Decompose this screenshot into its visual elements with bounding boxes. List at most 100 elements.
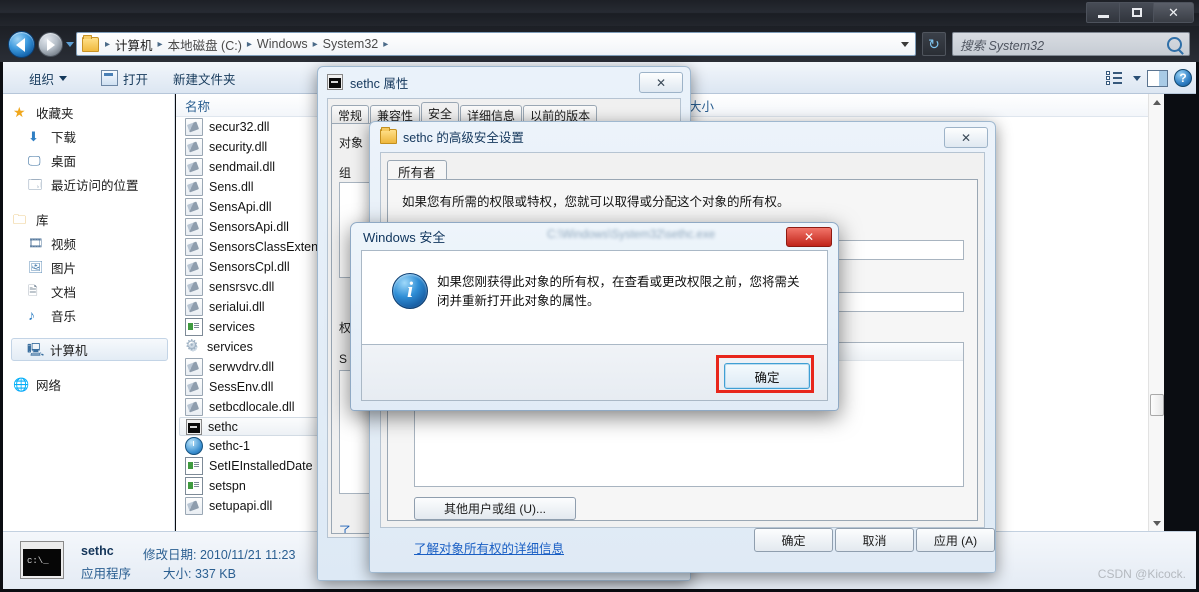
breadcrumb-separator: ▸ <box>105 38 111 50</box>
navpane-item-computer[interactable]: 🖳 计算机 <box>11 338 168 361</box>
security-ok-button[interactable]: 确定 <box>724 363 810 389</box>
navpane-group-libraries[interactable]: 🗀 库 <box>3 207 174 231</box>
document-icon: 🗎 <box>28 283 38 298</box>
navpane-label: 网络 <box>36 378 62 393</box>
advanced-dialog-titlebar: sethc 的高级安全设置 <box>370 122 995 150</box>
navpane-label: 最近访问的位置 <box>51 178 139 193</box>
file-name: SensorsApi.dll <box>209 220 289 234</box>
details-file-type: 应用程序 <box>81 567 132 581</box>
address-dropdown-icon[interactable] <box>901 42 909 47</box>
refresh-button[interactable]: ↻ <box>922 32 946 56</box>
file-name: security.dll <box>209 140 268 154</box>
navpane-item-desktop[interactable]: 🖵 桌面 <box>3 148 174 172</box>
table-row[interactable]: SetIEInstalledDate <box>176 456 331 476</box>
security-dialog-content: 如果您刚获得此对象的所有权，在查看或更改权限之前，您将需关闭并重新打开此对象的属… <box>361 250 828 345</box>
organize-button[interactable]: 组织 <box>21 62 75 94</box>
back-button[interactable] <box>8 31 35 58</box>
open-button[interactable]: 打开 <box>93 62 156 94</box>
dll-icon <box>185 497 203 515</box>
properties-close-button[interactable]: ✕ <box>639 72 683 93</box>
navigation-bar: ▸ 计算机 ▸ 本地磁盘 (C:) ▸ Windows ▸ System32 ▸… <box>0 26 1199 62</box>
navpane-item-network[interactable]: 🌐 网络 <box>3 372 174 396</box>
advanced-close-button[interactable]: ✕ <box>944 127 988 148</box>
video-icon: 🎞 <box>28 235 44 250</box>
details-size-label: 大小: <box>163 567 192 581</box>
scrollbar-thumb[interactable] <box>1150 394 1164 416</box>
scroll-up-button[interactable] <box>1149 94 1164 110</box>
vertical-scrollbar[interactable] <box>1148 94 1164 531</box>
star-icon: ★ <box>13 103 26 120</box>
column-header-size[interactable]: 大小 <box>686 96 806 115</box>
table-row-selected[interactable]: sethc <box>179 417 319 436</box>
dll-icon <box>185 238 203 256</box>
breadcrumb-computer[interactable]: 计算机 <box>113 35 155 54</box>
navpane-item-downloads[interactable]: ⬇ 下载 <box>3 124 174 148</box>
open-label: 打开 <box>123 72 149 87</box>
network-icon: 🌐 <box>13 376 30 392</box>
folder-icon <box>380 126 397 144</box>
preview-pane-icon[interactable] <box>1147 69 1168 87</box>
views-icon[interactable] <box>1106 71 1122 85</box>
maximize-button[interactable] <box>1120 2 1154 23</box>
help-icon[interactable]: ? <box>1174 69 1192 87</box>
tab-general[interactable]: 常规 <box>331 105 370 124</box>
new-folder-label: 新建文件夹 <box>173 72 236 87</box>
breadcrumb-local-disk[interactable]: 本地磁盘 (C:) <box>166 35 244 54</box>
file-name: SessEnv.dll <box>209 380 274 394</box>
watermark: CSDN @Kicock. <box>1097 567 1186 581</box>
maximize-icon <box>1131 8 1142 17</box>
navpane-group-favorites[interactable]: ★ 收藏夹 <box>3 100 174 124</box>
details-modified-value: 2010/11/21 11:23 <box>199 548 296 562</box>
other-users-or-groups-button[interactable]: 其他用户或组 (U)... <box>414 497 576 520</box>
breadcrumb-system32[interactable]: System32 <box>321 37 381 51</box>
config-icon <box>185 457 203 475</box>
folder-icon <box>82 34 99 52</box>
breadcrumb-windows[interactable]: Windows <box>255 37 310 51</box>
table-row[interactable]: SensorsClassExtension.dll <box>176 237 326 257</box>
navpane-item-pictures[interactable]: 🖼 图片 <box>3 255 174 279</box>
advanced-cancel-button[interactable]: 取消 <box>835 528 914 552</box>
navpane-item-recent-places[interactable]: 🗔 最近访问的位置 <box>3 172 174 196</box>
new-folder-button[interactable]: 新建文件夹 <box>165 62 244 94</box>
dll-icon <box>185 178 203 196</box>
dll-icon <box>185 358 203 376</box>
info-icon <box>392 273 428 309</box>
views-chevron-down-icon[interactable] <box>1133 75 1141 81</box>
window-titlebar: ✕ <box>0 0 1199 26</box>
minimize-button[interactable] <box>1086 2 1120 23</box>
advanced-ok-button[interactable]: 确定 <box>754 528 833 552</box>
address-bar[interactable]: ▸ 计算机 ▸ 本地磁盘 (C:) ▸ Windows ▸ System32 ▸ <box>76 32 916 56</box>
navpane-label: 图片 <box>51 261 77 276</box>
file-name: sendmail.dll <box>209 160 276 174</box>
close-icon: ✕ <box>1168 5 1179 20</box>
security-dialog-title: Windows 安全 <box>363 229 446 245</box>
navpane-item-music[interactable]: ♪ 音乐 <box>3 303 174 327</box>
navpane-item-videos[interactable]: 🎞 视频 <box>3 231 174 255</box>
breadcrumb-separator: ▸ <box>246 38 252 50</box>
library-icon: 🗀 <box>13 211 27 227</box>
navpane-item-documents[interactable]: 🗎 文档 <box>3 279 174 303</box>
learn-link[interactable]: 了 <box>339 522 351 533</box>
search-input[interactable]: 搜索 System32 <box>960 35 1044 54</box>
learn-about-ownership-link[interactable]: 了解对象所有权的详细信息 <box>414 538 564 557</box>
advanced-description: 如果您有所需的权限或特权，您就可以取得或分配这个对象的所有权。 <box>402 195 790 209</box>
navpane-label: 计算机 <box>50 344 88 358</box>
object-name-label: 对象 <box>339 136 364 150</box>
close-button[interactable]: ✕ <box>1154 2 1194 23</box>
history-dropdown-icon[interactable] <box>66 42 74 47</box>
config-icon <box>185 318 203 336</box>
security-close-button[interactable]: ✕ <box>786 227 832 247</box>
scroll-down-button[interactable] <box>1149 515 1164 531</box>
file-name: sensrsvc.dll <box>209 280 275 294</box>
forward-button[interactable] <box>38 32 63 57</box>
file-name: SetIEInstalledDate <box>209 459 313 473</box>
clock-icon <box>185 437 203 455</box>
advanced-apply-button[interactable]: 应用 (A) <box>916 528 995 552</box>
search-box[interactable]: 搜索 System32 <box>952 32 1190 56</box>
file-name: SensorsCpl.dll <box>209 260 290 274</box>
file-name: secur32.dll <box>209 120 270 134</box>
chevron-down-icon <box>1153 520 1161 526</box>
breadcrumb-separator: ▸ <box>312 38 318 50</box>
window-controls: ✕ <box>1086 2 1194 23</box>
dll-icon <box>185 398 203 416</box>
